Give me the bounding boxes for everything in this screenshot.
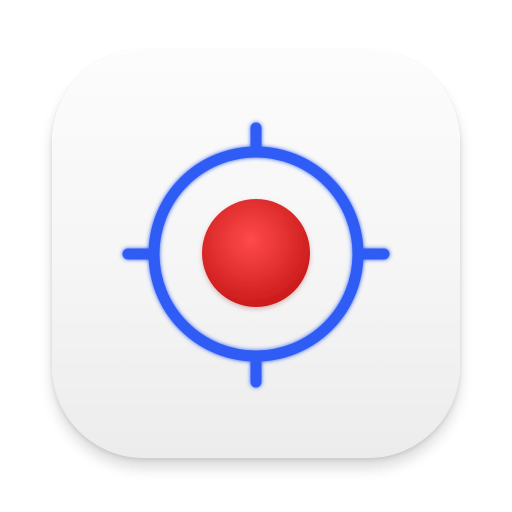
target-dot	[202, 199, 310, 307]
crosshair-target-icon	[122, 122, 390, 388]
icon-stage	[0, 0, 512, 512]
